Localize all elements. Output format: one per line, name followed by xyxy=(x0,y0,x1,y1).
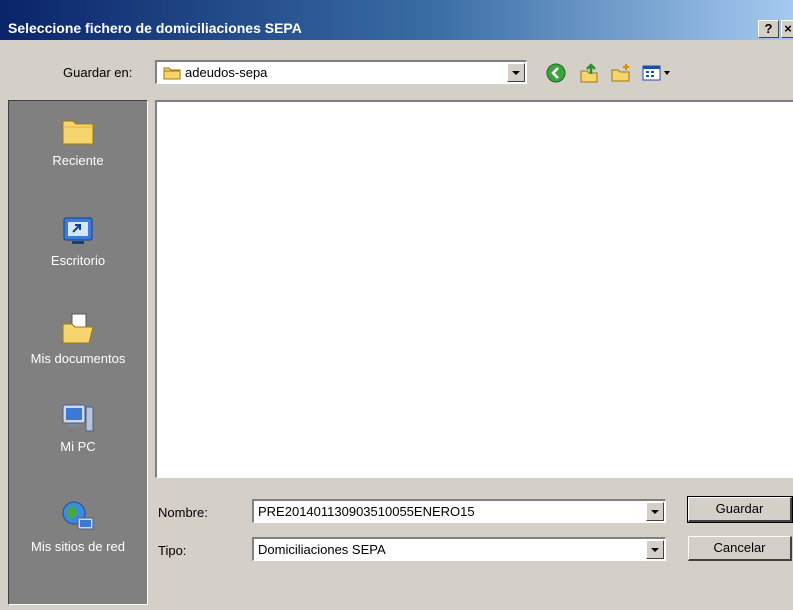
save-in-label: Guardar en: xyxy=(63,65,133,80)
up-folder-icon[interactable] xyxy=(578,62,600,84)
network-places-icon xyxy=(9,499,147,535)
my-computer-icon xyxy=(9,401,147,435)
close-button[interactable]: × xyxy=(781,20,793,38)
place-recent[interactable]: Reciente xyxy=(9,113,147,168)
chevron-down-icon[interactable] xyxy=(646,502,664,521)
file-type-value: Domiciliaciones SEPA xyxy=(258,542,386,557)
place-my-documents[interactable]: Mis documentos xyxy=(9,311,147,366)
place-label: Mis documentos xyxy=(30,351,126,366)
folder-icon xyxy=(163,65,181,83)
place-label: Mi PC xyxy=(60,439,96,454)
place-label: Mis sitios de red xyxy=(31,539,125,554)
back-icon[interactable] xyxy=(545,62,567,84)
save-in-value: adeudos-sepa xyxy=(185,65,268,80)
save-in-combo[interactable]: adeudos-sepa xyxy=(155,60,527,84)
places-bar: Reciente Escritorio Mis documentos Mi PC… xyxy=(8,100,148,605)
cancel-button[interactable]: Cancelar xyxy=(688,536,792,561)
file-type-label: Tipo: xyxy=(158,543,187,558)
new-folder-icon[interactable] xyxy=(610,62,632,84)
file-name-label: Nombre: xyxy=(158,505,208,520)
title-bar: Seleccione fichero de domiciliaciones SE… xyxy=(0,0,793,40)
view-menu-icon[interactable] xyxy=(642,62,678,84)
chevron-down-icon[interactable] xyxy=(507,63,525,82)
place-my-computer[interactable]: Mi PC xyxy=(9,401,147,454)
desktop-icon xyxy=(9,213,147,249)
file-name-input[interactable]: PRE201401130903510055ENERO15 xyxy=(258,504,475,519)
save-button[interactable]: Guardar xyxy=(687,496,793,523)
place-desktop[interactable]: Escritorio xyxy=(9,213,147,268)
file-type-combo[interactable]: Domiciliaciones SEPA xyxy=(252,537,666,561)
my-documents-icon xyxy=(9,311,147,347)
file-list[interactable] xyxy=(155,100,793,478)
place-label: Escritorio xyxy=(50,253,106,268)
place-network[interactable]: Mis sitios de red xyxy=(9,499,147,554)
recent-folder-icon xyxy=(9,113,147,149)
file-name-combo[interactable]: PRE201401130903510055ENERO15 xyxy=(252,499,666,523)
dialog-title: Seleccione fichero de domiciliaciones SE… xyxy=(8,20,302,36)
help-button[interactable]: ? xyxy=(758,20,779,38)
chevron-down-icon[interactable] xyxy=(646,540,664,559)
place-label: Reciente xyxy=(52,153,104,168)
